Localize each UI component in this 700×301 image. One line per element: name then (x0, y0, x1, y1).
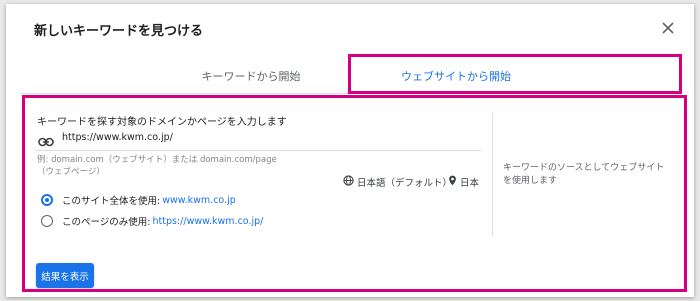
dialog-title: 新しいキーワードを見つける (34, 24, 204, 39)
find-keywords-dialog: 新しいキーワードを見つける キーワードから開始 ウェブサイトから開始 キーワード… (6, 4, 694, 297)
highlight-box-content (22, 95, 687, 292)
tab-start-from-keywords[interactable]: キーワードから開始 (176, 68, 326, 84)
highlight-box-tab (348, 54, 682, 94)
close-icon[interactable] (661, 20, 675, 34)
